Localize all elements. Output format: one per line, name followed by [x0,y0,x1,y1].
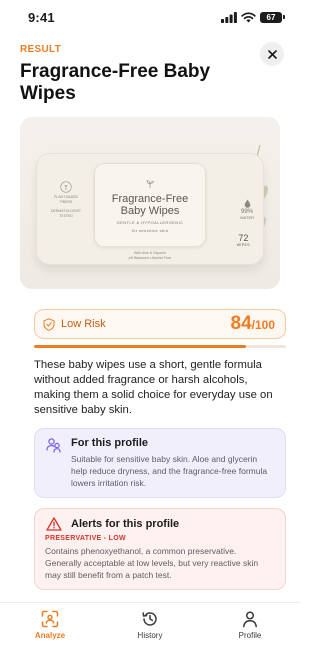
tab-analyze[interactable]: Analyze [15,610,85,640]
result-header: RESULT Fragrance-Free Baby Wipes [0,34,300,105]
pack-water-badge: 99% WATER [240,199,254,220]
result-screen: 9:41 67 RESULT Fragrance-Free Baby Wipes [0,0,300,652]
status-bar: 9:41 67 [0,0,300,34]
close-icon [267,49,277,59]
status-time: 9:41 [28,9,55,25]
score-progress-fill [34,345,246,348]
water-drop-icon [244,199,250,208]
tab-profile-label: Profile [238,631,262,640]
score-progress-bar [34,345,286,348]
score-value: 84 [230,313,252,334]
alerts-card-title: Alerts for this profile [71,518,180,530]
count-label: WIPES [236,243,250,247]
warning-icon [46,517,62,531]
product-image: PLANT-BASED FIBERS DERMATOLOGIST TESTED … [20,117,280,289]
result-description: These baby wipes use a short, gentle for… [34,359,273,416]
pack-brand-line-2: Baby Wipes [120,205,180,217]
battery-level: 67 [266,12,276,22]
wipes-pack: PLANT-BASED FIBERS DERMATOLOGIST TESTED … [36,153,264,265]
profile-card-text: Suitable for sensitive baby skin. Aloe a… [71,454,268,488]
pack-left-badges: PLANT-BASED FIBERS DERMATOLOGIST TESTED [44,181,88,219]
profile-card: For this profile Suitable for sensitive … [34,428,286,498]
count-value: 72 [238,233,249,243]
tab-profile[interactable]: Profile [215,610,285,640]
tab-bar: Analyze History Profile [0,602,300,652]
alerts-card: Alerts for this profile PRESERVATIVE - L… [34,508,286,590]
scan-icon [41,610,59,628]
profile-card-body: For this profile Suitable for sensitive … [71,437,275,489]
score-max: /100 [251,318,275,332]
close-button[interactable] [260,42,284,66]
tab-analyze-label: Analyze [34,631,66,640]
sprout-icon [146,180,154,188]
profile-card-title: For this profile [71,437,148,449]
pack-lid: Fragrance-Free Baby Wipes GENTLE & HYPOA… [94,163,206,247]
people-icon [46,438,61,453]
signal-icon [221,11,237,23]
person-icon [243,611,257,628]
status-icons: 67 [221,11,285,23]
alert-text: Contains phenoxyethanol, a common preser… [45,546,259,580]
alerts-card-header: Alerts for this profile [45,517,275,531]
badge-text-4: TESTED [59,214,73,218]
history-icon [142,612,157,626]
tab-history[interactable]: History [115,610,185,640]
pack-bottom-text: With Aloe & Glycerin pH Balanced • Alcoh… [108,251,192,261]
shield-check-icon [43,317,55,331]
risk-label: Low Risk [61,318,106,330]
alert-tag: PRESERVATIVE - LOW [45,535,126,542]
product-title: Fragrance-Free Baby Wipes [20,61,211,104]
pack-for-skin: for sensitive skin [131,228,169,233]
pack-count: 72 WIPES [237,233,250,247]
risk-score-card: Low Risk 84 /100 [34,309,286,339]
wifi-icon [241,11,256,22]
result-label: RESULT [20,44,62,55]
pack-bottom-line-2: pH Balanced • Alcohol Free [128,256,172,260]
pack-tagline: GENTLE & HYPOALLERGENIC [116,220,184,225]
water-label: WATER [240,215,254,220]
score: 84 /100 [231,313,276,335]
leaf-badge-icon [60,181,72,193]
pack-brand-line-1: Fragrance-Free [111,193,189,205]
tab-history-label: History [137,631,163,640]
battery-icon: 67 [260,11,285,23]
